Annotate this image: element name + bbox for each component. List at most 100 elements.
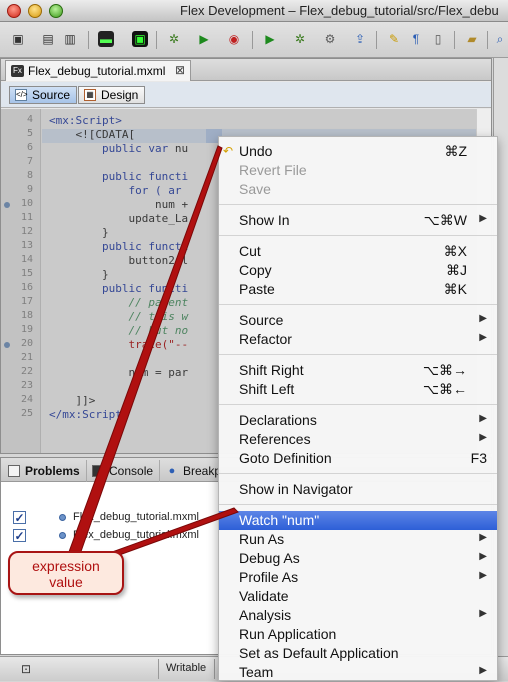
submenu-arrow-icon: ▶ — [479, 313, 487, 324]
menu-item-source[interactable]: Source ▶ — [219, 311, 497, 330]
export-icon[interactable]: ⇪ — [352, 31, 368, 47]
minimize-window-button[interactable] — [28, 4, 42, 18]
menu-item-label: Paste — [239, 281, 275, 297]
menu-item-label: Run As — [239, 531, 285, 547]
submenu-arrow-icon: ▶ — [479, 532, 487, 543]
menu-item-paste[interactable]: Paste ⌘K — [219, 280, 497, 299]
menu-item-declarations[interactable]: Declarations ▶ — [219, 411, 497, 430]
menu-item-shift-right[interactable]: Shift Right ⌥⌘→ — [219, 361, 497, 380]
main-toolbar: ▣ ▤ ▥ ▬ ▣ ✲ ▶ ◉ ▶ ✲ ⚙ ⇪ ✎ ¶ ▯ ▰ ⌕ — [0, 22, 508, 58]
tab-console-label: Console — [109, 464, 154, 478]
menu-item-label: Source — [239, 312, 284, 328]
menu-shortcut: ⌘K — [443, 281, 467, 297]
editor-tab[interactable]: Fx Flex_debug_tutorial.mxml ⊠ — [5, 60, 191, 81]
menu-separator — [219, 204, 497, 205]
tab-console[interactable]: Console — [87, 460, 161, 482]
menu-item-label: Run Application — [239, 626, 337, 642]
menu-item-label: Refactor — [239, 331, 292, 347]
window-title: Flex Development – Flex_debug_tutorial/s… — [180, 3, 499, 18]
menu-item-undo[interactable]: ↶ Undo ⌘Z — [219, 142, 497, 161]
folder-icon[interactable]: ▰ — [464, 31, 480, 47]
terminal-icon[interactable]: ▣ — [132, 31, 148, 47]
menu-item-label: Goto Definition — [239, 450, 332, 466]
menu-item-label: Cut — [239, 243, 261, 259]
submenu-arrow-icon: ▶ — [479, 608, 487, 619]
new-icon[interactable]: ▣ — [10, 31, 26, 47]
paragraph-icon[interactable]: ¶ — [408, 31, 424, 47]
menu-item-label: Debug As — [239, 550, 300, 566]
menu-item-save: Save — [219, 180, 497, 199]
close-tab-icon[interactable]: ⊠ — [175, 63, 185, 77]
search-icon[interactable]: ⌕ — [492, 31, 508, 47]
menu-item-run-as[interactable]: Run As ▶ — [219, 530, 497, 549]
zoom-window-button[interactable] — [49, 4, 63, 18]
run-icon[interactable]: ▶ — [196, 31, 212, 47]
save-icon[interactable]: ▤ — [40, 31, 56, 47]
menu-item-label: Show in Navigator — [239, 481, 353, 497]
menu-item-revert-file: Revert File — [219, 161, 497, 180]
console-icon — [92, 465, 104, 477]
menu-item-shift-left[interactable]: Shift Left ⌥⌘← — [219, 380, 497, 399]
submenu-arrow-icon: ▶ — [479, 413, 487, 424]
menu-item-show-in[interactable]: Show In ⌥⌘W ▶ — [219, 211, 497, 230]
page-icon[interactable]: ▯ — [430, 31, 446, 47]
source-mode-button[interactable]: </> Source — [9, 86, 78, 104]
battery-icon[interactable]: ▬ — [98, 31, 114, 47]
menu-item-label: Set as Default Application — [239, 645, 399, 661]
callout-line: expression — [32, 558, 100, 574]
fast-view-icon[interactable]: ⊡ — [18, 661, 34, 677]
menu-item-cut[interactable]: Cut ⌘X — [219, 242, 497, 261]
menu-item-show-in-navigator[interactable]: Show in Navigator — [219, 480, 497, 499]
menu-item-debug-as[interactable]: Debug As ▶ — [219, 549, 497, 568]
menu-shortcut: ⌘J — [446, 262, 467, 278]
toolbar-separator — [376, 31, 377, 49]
pencil-icon[interactable]: ✎ — [386, 31, 402, 47]
menu-shortcut: ⌘X — [443, 243, 467, 259]
menu-item-refactor[interactable]: Refactor ▶ — [219, 330, 497, 349]
menu-item-analysis[interactable]: Analysis ▶ — [219, 606, 497, 625]
menu-item-set-default-application[interactable]: Set as Default Application — [219, 644, 497, 663]
tab-breakpoints-label: Breakp — [183, 464, 222, 478]
menu-item-label: Validate — [239, 588, 289, 604]
status-separator — [214, 659, 215, 679]
menu-item-label: Declarations — [239, 412, 317, 428]
menu-item-team[interactable]: Team ▶ — [219, 663, 497, 682]
print-icon[interactable]: ▥ — [62, 31, 78, 47]
design-mode-button[interactable]: ▦ Design — [78, 86, 146, 104]
menu-shortcut: ⌘Z — [444, 143, 467, 159]
debug-last-icon[interactable]: ✲ — [292, 31, 308, 47]
menu-item-references[interactable]: References ▶ — [219, 430, 497, 449]
menu-separator — [219, 504, 497, 505]
menu-item-goto-definition[interactable]: Goto Definition F3 — [219, 449, 497, 468]
editor-tab-label: Flex_debug_tutorial.mxml — [28, 64, 166, 78]
profile-icon[interactable]: ◉ — [226, 31, 242, 47]
menu-item-copy[interactable]: Copy ⌘J — [219, 261, 497, 280]
breakpoint-icon — [59, 532, 66, 539]
design-mode-label: Design — [101, 88, 139, 102]
menu-separator — [219, 235, 497, 236]
breakpoint-checkbox[interactable]: ✓ — [13, 511, 26, 524]
submenu-arrow-icon: ▶ — [479, 432, 487, 443]
menu-item-run-application[interactable]: Run Application — [219, 625, 497, 644]
toolbar-separator — [252, 31, 253, 49]
external-tools-icon[interactable]: ⚙ — [322, 31, 338, 47]
run-last-icon[interactable]: ▶ — [262, 31, 278, 47]
problems-icon — [8, 465, 20, 477]
submenu-arrow-icon: ▶ — [479, 665, 487, 676]
submenu-arrow-icon: ▶ — [479, 551, 487, 562]
menu-item-label: Shift Right — [239, 362, 304, 378]
close-window-button[interactable] — [7, 4, 21, 18]
editor-tab-bar: Fx Flex_debug_tutorial.mxml ⊠ — [1, 59, 491, 81]
tab-problems[interactable]: Problems — [3, 460, 87, 482]
menu-item-profile-as[interactable]: Profile As ▶ — [219, 568, 497, 587]
breakpoints-icon: ● — [168, 465, 176, 477]
debug-icon[interactable]: ✲ — [166, 31, 182, 47]
menu-item-label: References — [239, 431, 311, 447]
menu-item-validate[interactable]: Validate — [219, 587, 497, 606]
menu-separator — [219, 304, 497, 305]
menu-item-watch-expression[interactable]: Watch "num" — [219, 511, 497, 530]
breakpoint-checkbox[interactable]: ✓ — [13, 529, 26, 542]
context-menu: ↶ Undo ⌘Z Revert File Save Show In ⌥⌘W ▶… — [218, 136, 498, 681]
mode-bar: </> Source ▦ Design — [1, 82, 491, 108]
toolbar-separator — [156, 31, 157, 49]
